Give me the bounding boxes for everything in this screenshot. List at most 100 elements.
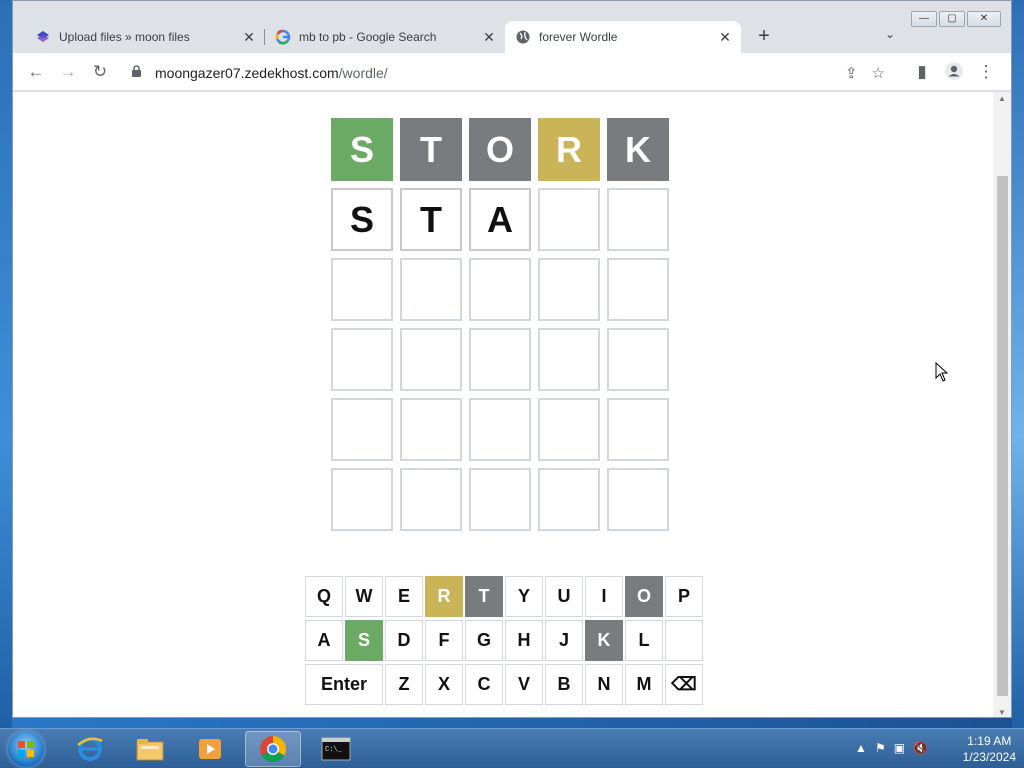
command-prompt-icon[interactable]: C:\_ <box>308 731 364 767</box>
minimize-button[interactable]: — <box>911 11 937 27</box>
clock[interactable]: 1:19 AM 1/23/2024 <box>963 733 1016 765</box>
key-t[interactable]: T <box>465 576 503 617</box>
forward-icon[interactable]: → <box>57 61 79 83</box>
bookmark-star-icon[interactable]: ☆ <box>872 64 885 82</box>
back-icon[interactable]: ← <box>25 61 47 83</box>
scroll-up-arrow-icon[interactable]: ▲ <box>997 94 1007 103</box>
key-o[interactable]: O <box>625 576 663 617</box>
key-p[interactable]: P <box>665 576 703 617</box>
board-tile: S <box>331 188 393 251</box>
board-tile <box>469 398 531 461</box>
tab-title: Upload files » moon files <box>59 30 190 44</box>
board-tile <box>538 188 600 251</box>
board-tile <box>607 398 669 461</box>
start-button[interactable] <box>8 731 44 767</box>
desktop-background <box>0 0 12 728</box>
board-row: STA <box>331 188 671 251</box>
key-u[interactable]: U <box>545 576 583 617</box>
key-x[interactable]: X <box>425 664 463 705</box>
tab-google-search[interactable]: mb to pb - Google Search ✕ <box>265 21 505 53</box>
board-row <box>331 468 671 531</box>
side-panel-icon[interactable]: ▮ <box>911 61 933 83</box>
key-j[interactable]: J <box>545 620 583 661</box>
key-blank[interactable] <box>665 620 703 661</box>
close-window-button[interactable]: ✕ <box>967 11 1001 27</box>
key-v[interactable]: V <box>505 664 543 705</box>
google-icon <box>275 29 291 45</box>
board-tile: A <box>469 188 531 251</box>
globe-icon <box>515 29 531 45</box>
key-f[interactable]: F <box>425 620 463 661</box>
svg-text:C:\_: C:\_ <box>325 746 343 754</box>
key-b[interactable]: B <box>545 664 583 705</box>
close-tab-icon[interactable]: ✕ <box>241 29 257 45</box>
action-center-flag-icon[interactable]: ⚑ <box>875 741 886 755</box>
board-tile: T <box>400 118 462 181</box>
volume-muted-icon[interactable]: 🔇 <box>913 741 928 755</box>
key-i[interactable]: I <box>585 576 623 617</box>
key-g[interactable]: G <box>465 620 503 661</box>
chrome-icon[interactable] <box>245 731 301 767</box>
key-m[interactable]: M <box>625 664 663 705</box>
board-tile <box>469 328 531 391</box>
key-n[interactable]: N <box>585 664 623 705</box>
show-hidden-icons-icon[interactable]: ▲ <box>855 741 867 755</box>
clock-time: 1:19 AM <box>967 734 1012 748</box>
tab-search-button[interactable]: ⌄ <box>885 27 895 41</box>
board-tile <box>331 328 393 391</box>
tab-title: mb to pb - Google Search <box>299 30 437 44</box>
moon-files-icon <box>35 29 51 45</box>
taskbar: C:\_ ▲ ⚑ ▣ 🔇 1:19 AM 1/23/2024 <box>0 728 1024 768</box>
key-r[interactable]: R <box>425 576 463 617</box>
board-tile <box>400 258 462 321</box>
key-c[interactable]: C <box>465 664 503 705</box>
key-w[interactable]: W <box>345 576 383 617</box>
page-scrollbar[interactable]: ▲ ▼ <box>993 92 1011 717</box>
board-tile <box>607 468 669 531</box>
url-path: /wordle/ <box>338 65 388 81</box>
reload-icon[interactable]: ↻ <box>89 61 111 83</box>
enter-key[interactable]: Enter <box>305 664 383 705</box>
scroll-thumb[interactable] <box>997 176 1008 696</box>
media-player-icon[interactable] <box>182 731 238 767</box>
tab-strip: Upload files » moon files ✕ mb to pb - G… <box>13 1 1011 53</box>
board-row <box>331 328 671 391</box>
key-k[interactable]: K <box>585 620 623 661</box>
tab-title: forever Wordle <box>539 30 618 44</box>
tab-moon-files[interactable]: Upload files » moon files ✕ <box>25 21 265 53</box>
board-tile <box>331 398 393 461</box>
address-bar[interactable]: moongazer07.zedekhost.com/wordle/ ⇪ ☆ <box>125 59 895 87</box>
clock-date: 1/23/2024 <box>962 750 1016 764</box>
close-tab-icon[interactable]: ✕ <box>481 29 497 45</box>
key-d[interactable]: D <box>385 620 423 661</box>
network-icon[interactable]: ▣ <box>894 741 905 755</box>
key-e[interactable]: E <box>385 576 423 617</box>
key-h[interactable]: H <box>505 620 543 661</box>
profile-avatar-icon[interactable] <box>943 61 965 83</box>
internet-explorer-icon[interactable] <box>62 731 118 767</box>
key-s[interactable]: S <box>345 620 383 661</box>
close-tab-icon[interactable]: ✕ <box>717 29 733 45</box>
maximize-button[interactable]: ▢ <box>939 11 965 27</box>
scroll-down-arrow-icon[interactable]: ▼ <box>997 708 1007 717</box>
board-tile: S <box>331 118 393 181</box>
backspace-key[interactable]: ⌫ <box>665 664 703 705</box>
board-tile <box>607 258 669 321</box>
menu-kebab-icon[interactable]: ⋮ <box>975 61 997 83</box>
key-z[interactable]: Z <box>385 664 423 705</box>
board-tile: T <box>400 188 462 251</box>
tab-forever-wordle[interactable]: forever Wordle ✕ <box>505 21 741 53</box>
board-tile <box>607 328 669 391</box>
new-tab-button[interactable]: + <box>753 25 775 47</box>
keyboard-row: QWERTYUIOP <box>305 576 705 617</box>
key-q[interactable]: Q <box>305 576 343 617</box>
share-icon[interactable]: ⇪ <box>845 64 858 82</box>
board-tile <box>607 188 669 251</box>
board-tile <box>469 258 531 321</box>
browser-window: Upload files » moon files ✕ mb to pb - G… <box>12 0 1012 718</box>
key-y[interactable]: Y <box>505 576 543 617</box>
board-row: STORK <box>331 118 671 181</box>
file-explorer-icon[interactable] <box>122 731 178 767</box>
key-a[interactable]: A <box>305 620 343 661</box>
key-l[interactable]: L <box>625 620 663 661</box>
